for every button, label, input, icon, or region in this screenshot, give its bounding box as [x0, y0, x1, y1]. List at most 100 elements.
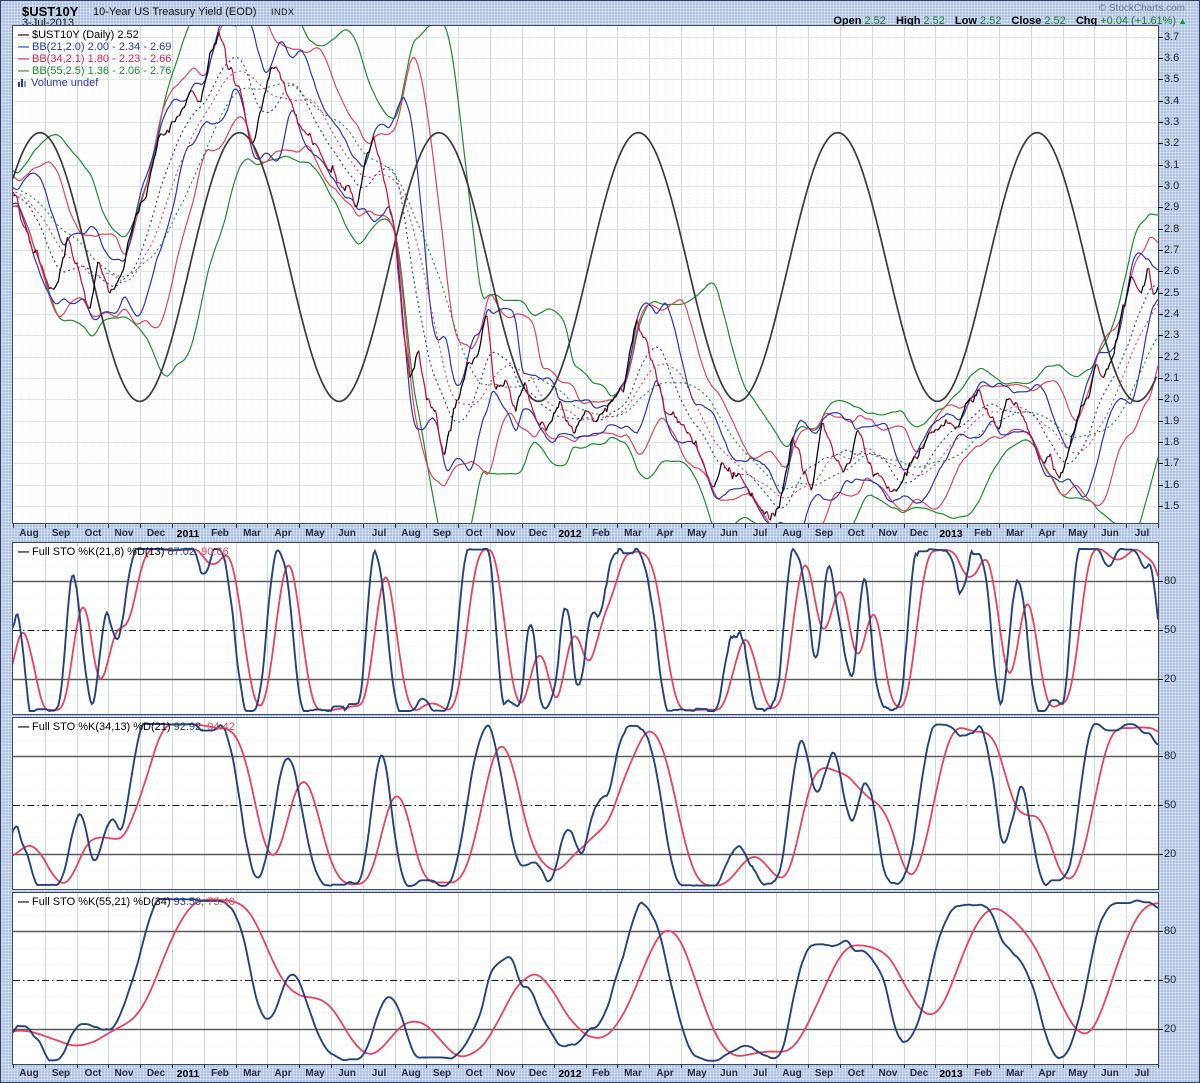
up-triangle-icon: ▲ — [1178, 16, 1187, 26]
bb55-swatch: — — [18, 65, 29, 77]
month-tick — [331, 1064, 332, 1068]
month-label: Feb — [592, 528, 610, 539]
month-tick — [45, 1064, 46, 1068]
legend-volume-row: Volume undef — [18, 78, 171, 91]
month-label: Dec — [529, 1068, 547, 1079]
month-label: May — [305, 528, 324, 539]
stoch-y-tick-label: 20 — [1164, 673, 1176, 685]
month-tick — [522, 1064, 523, 1068]
month-tick — [108, 1064, 109, 1068]
stoch-y-tick — [1158, 756, 1163, 757]
main-y-tick — [1158, 463, 1163, 464]
main-y-tick — [1158, 186, 1163, 187]
stochastic-1-legend: —Full STO %K(21,8) %D(13) 87.02, 90.66 — [18, 546, 229, 558]
stoch-y-tick — [1158, 854, 1163, 855]
month-label: Apr — [1038, 1068, 1055, 1079]
stoch-y-tick-label: 20 — [1164, 1023, 1176, 1035]
month-tick — [617, 524, 618, 528]
main-y-tick — [1158, 165, 1163, 166]
month-label: Jun — [1101, 528, 1119, 539]
volume-bars-icon — [18, 78, 28, 91]
month-label: Mar — [1006, 1068, 1024, 1079]
month-label: Oct — [848, 1068, 865, 1079]
month-tick — [1063, 524, 1064, 528]
month-label: Jul — [753, 1068, 767, 1079]
month-tick — [204, 1064, 205, 1068]
main-y-tick-label: 1.5 — [1164, 500, 1179, 512]
month-label: Nov — [879, 1068, 898, 1079]
month-label: Aug — [401, 528, 420, 539]
month-label: Feb — [974, 528, 992, 539]
month-tick — [649, 1064, 650, 1068]
bb34-swatch: — — [18, 53, 29, 65]
month-label: Sep — [52, 528, 70, 539]
sto1-label: Full STO %K(21,8) %D(13) — [32, 546, 164, 558]
month-tick — [331, 524, 332, 528]
month-label: Oct — [85, 1068, 102, 1079]
month-label: 2013 — [939, 528, 962, 540]
month-label: Nov — [497, 1068, 516, 1079]
month-label: 2011 — [177, 1068, 200, 1080]
sto1-d-value: 90.66 — [201, 546, 229, 558]
month-label: Apr — [274, 528, 291, 539]
month-tick — [77, 524, 78, 528]
main-y-tick-label: 2.0 — [1164, 393, 1179, 405]
month-label: Aug — [19, 1068, 38, 1079]
main-y-tick — [1158, 122, 1163, 123]
month-tick — [1126, 1064, 1127, 1068]
month-label: Jun — [1101, 1068, 1119, 1079]
main-chart-legend: —$UST10Y (Daily) 2.52 —BB(21,2.0) 2.00 -… — [18, 30, 171, 91]
legend-volume-text: Volume undef — [31, 77, 98, 89]
main-y-tick — [1158, 378, 1163, 379]
main-y-tick-label: 1.6 — [1164, 479, 1179, 491]
month-label: Sep — [815, 1068, 833, 1079]
month-tick — [236, 1064, 237, 1068]
month-tick — [490, 524, 491, 528]
main-y-tick-label: 2.9 — [1164, 201, 1179, 213]
month-label: Feb — [211, 1068, 229, 1079]
month-label: Jun — [338, 1068, 356, 1079]
month-tick — [935, 524, 936, 528]
month-tick — [140, 1064, 141, 1068]
price-swatch: — — [18, 29, 29, 41]
main-y-tick-label: 2.4 — [1164, 308, 1179, 320]
main-y-tick-label: 3.5 — [1164, 73, 1179, 85]
sto2-swatch: — — [18, 721, 29, 733]
stochastic-1-canvas — [13, 543, 1158, 714]
stoch-y-tick-label: 50 — [1164, 799, 1176, 811]
month-label: Nov — [115, 528, 134, 539]
month-tick — [586, 1064, 587, 1068]
main-y-tick — [1158, 58, 1163, 59]
sto3-k-value: 93.50, — [174, 896, 205, 908]
main-y-tick-label: 2.1 — [1164, 372, 1179, 384]
main-y-tick — [1158, 506, 1163, 507]
bb21-swatch: — — [18, 41, 29, 53]
month-tick — [999, 1064, 1000, 1068]
month-label: 2013 — [939, 1068, 962, 1080]
main-y-tick-label: 1.8 — [1164, 436, 1179, 448]
month-label: Oct — [466, 528, 483, 539]
month-tick — [299, 1064, 300, 1068]
month-tick — [904, 1064, 905, 1068]
month-label: Apr — [656, 1068, 673, 1079]
stoch-y-tick-label: 50 — [1164, 624, 1176, 636]
stoch-y-tick — [1158, 679, 1163, 680]
month-tick — [267, 1064, 268, 1068]
month-label: Mar — [624, 528, 642, 539]
month-tick — [490, 1064, 491, 1068]
month-label: Aug — [782, 1068, 801, 1079]
month-label: Oct — [466, 1068, 483, 1079]
month-label: Dec — [910, 528, 928, 539]
stoch-y-tick-label: 80 — [1164, 575, 1176, 587]
month-tick — [967, 1064, 968, 1068]
month-label: Mar — [1006, 528, 1024, 539]
main-y-tick-label: 2.8 — [1164, 223, 1179, 235]
month-label: May — [305, 1068, 324, 1079]
month-tick — [681, 524, 682, 528]
stoch-y-tick — [1158, 1029, 1163, 1030]
main-y-tick-label: 3.3 — [1164, 116, 1179, 128]
month-tick — [935, 1064, 936, 1068]
month-label: Sep — [52, 1068, 70, 1079]
stoch-y-tick-label: 80 — [1164, 925, 1176, 937]
month-label: Aug — [401, 1068, 420, 1079]
